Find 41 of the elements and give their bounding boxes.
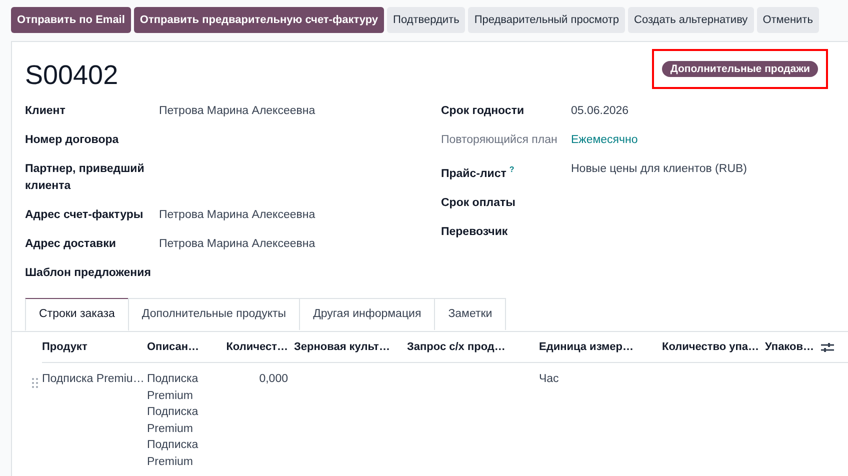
- table-cell-text: Подписка Premium Подписка Premium Подписка Premium: [147, 372, 200, 470]
- field-label: Срок годности: [441, 104, 526, 119]
- field-label: Адрес счет-фактуры: [25, 208, 144, 223]
- field-label: Клиент: [25, 104, 66, 119]
- field-label: Прайс-лист $^{?}$: [441, 164, 516, 182]
- settings-icon[interactable]: [821, 342, 834, 352]
- action-button[interactable]: Создать альтернативу: [628, 7, 754, 33]
- field-value: Петрова Марина Алексеевна: [159, 104, 316, 119]
- status-tag: Дополнительные продажи: [662, 61, 818, 77]
- field-value: 05.06.2026: [571, 104, 630, 119]
- column-header[interactable]: Упаков…: [765, 332, 821, 363]
- action-button[interactable]: Подтвердить: [387, 7, 466, 33]
- table-cell-text: Час: [539, 372, 560, 387]
- action-button[interactable]: Предварительный просмотр: [468, 7, 626, 33]
- action-button[interactable]: Отправить по Email: [11, 7, 131, 33]
- field-label: Перевозчик: [441, 224, 509, 240]
- action-button[interactable]: Отменить: [756, 7, 819, 33]
- column-header[interactable]: Продукт: [42, 332, 147, 363]
- field-value: Петрова Марина Алексеевна: [159, 237, 316, 252]
- column-header[interactable]: Количество упа…: [662, 332, 765, 363]
- column-header[interactable]: Описан…: [147, 332, 226, 363]
- field-label: Повторяющийся план: [441, 133, 558, 148]
- field-value: Петрова Марина Алексеевна: [159, 208, 316, 223]
- column-header[interactable]: Запрос с/х прод…: [407, 332, 539, 363]
- field-label: Шаблон предложения: [25, 266, 152, 281]
- action-button[interactable]: Отправить предварительную счет-фактуру: [134, 7, 384, 33]
- column-header[interactable]: Зерновая культ…: [294, 332, 407, 363]
- tab[interactable]: Строки заказа: [25, 298, 129, 331]
- table-cell-text: Подписка Premiu…: [42, 372, 141, 387]
- field-label: Срок оплаты: [441, 196, 516, 211]
- drag-handle-icon[interactable]: [32, 378, 38, 388]
- field-link[interactable]: Ежемесячно: [571, 132, 747, 149]
- field-label: Партнер, приведший клиента: [25, 162, 146, 194]
- tab[interactable]: Заметки: [434, 298, 506, 330]
- table-cell-text: 0,000: [258, 372, 288, 387]
- record-title: S00402: [25, 60, 118, 91]
- column-header[interactable]: Количест…: [226, 332, 294, 363]
- field-value: Новые цены для клиентов (RUB): [571, 162, 747, 177]
- field-label: Номер договора: [25, 133, 120, 148]
- field-label: Адрес доставки: [25, 237, 117, 252]
- column-header[interactable]: Единица измер…: [539, 332, 662, 363]
